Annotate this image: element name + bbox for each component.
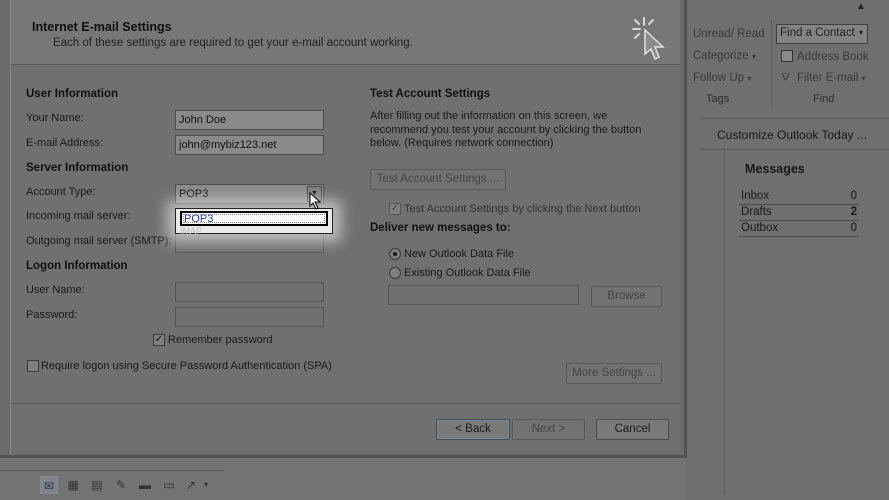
chevron-down-icon: ▾ [747, 74, 752, 83]
dropdown-option-pop3[interactable]: POP3 [180, 211, 328, 226]
message-folder-outbox[interactable]: Outbox 0 [741, 222, 859, 234]
back-button[interactable]: < Back [436, 419, 510, 440]
cancel-button[interactable]: Cancel [596, 419, 669, 440]
your-name-input[interactable]: John Doe [175, 110, 324, 130]
ribbon-separator [771, 20, 772, 106]
password-input[interactable] [175, 307, 324, 327]
divider [739, 204, 859, 205]
logon-information-heading: Logon Information [26, 260, 128, 272]
cursor-burst-icon [632, 17, 665, 61]
email-address-input[interactable]: john@mybiz123.net [175, 135, 324, 155]
account-type-dropdown-list: POP3 IMAP [175, 208, 333, 236]
find-contact-input[interactable]: Find a Contact ▾ [776, 24, 868, 44]
categorize-button[interactable]: Categorize ▾ [693, 50, 756, 62]
shortcuts-icon[interactable]: ↗ [182, 476, 200, 494]
user-name-label: User Name: [26, 284, 85, 296]
your-name-label: Your Name: [26, 112, 84, 124]
filter-email-button[interactable]: ⛛ Filter E-mail ▾ [781, 72, 866, 84]
test-account-settings-button[interactable]: Test Account Settings ... [370, 169, 506, 190]
message-folder-inbox[interactable]: Inbox 0 [741, 190, 859, 202]
account-type-select[interactable]: POP3 ▼ [175, 184, 324, 204]
test-on-next-checkbox[interactable]: ✓ [389, 203, 401, 215]
configure-buttons-icon[interactable]: ▾ [200, 476, 212, 494]
existing-data-file-radio[interactable] [389, 267, 401, 279]
server-information-heading: Server Information [26, 162, 129, 174]
chevron-down-icon: ▾ [858, 28, 863, 37]
tasks-icon[interactable]: ✎ [112, 476, 130, 494]
follow-up-button[interactable]: Follow Up ▾ [693, 72, 751, 84]
messages-title: Messages [745, 162, 805, 176]
next-button[interactable]: Next > [512, 419, 585, 440]
new-data-file-radio[interactable] [389, 248, 401, 260]
new-data-file-label: New Outlook Data File [404, 248, 515, 260]
password-label: Password: [26, 309, 78, 321]
more-settings-button[interactable]: More Settings ... [566, 363, 662, 384]
notes-icon[interactable]: ▬ [136, 476, 154, 494]
test-on-next-label: Test Account Settings by clicking the Ne… [404, 203, 641, 215]
chevron-down-icon: ▾ [861, 74, 866, 83]
spa-label: Require logon using Secure Password Auth… [41, 360, 332, 372]
outgoing-server-label: Outgoing mail server (SMTP): [26, 235, 172, 247]
divider [739, 220, 859, 221]
address-book-button[interactable]: Address Book [781, 50, 869, 63]
remember-password-checkbox[interactable]: ✓ [153, 334, 165, 346]
messages-panel: Messages Inbox 0 Drafts 2 Outbox 0 [724, 150, 889, 495]
message-folder-drafts[interactable]: Drafts 2 [741, 206, 859, 218]
deliver-messages-heading: Deliver new messages to: [370, 222, 511, 234]
internet-email-settings-dialog: Internet E-mail Settings Each of these s… [0, 0, 687, 458]
dialog-title: Internet E-mail Settings [32, 20, 172, 34]
incoming-server-label: Incoming mail server: [26, 210, 131, 222]
calendar-icon[interactable]: ▦ [64, 476, 82, 494]
test-account-heading: Test Account Settings [370, 88, 491, 100]
spa-checkbox[interactable] [27, 360, 39, 372]
mail-icon[interactable]: ✉ [40, 476, 58, 494]
browse-button[interactable]: Browse [591, 286, 662, 307]
account-type-label: Account Type: [26, 186, 96, 198]
chevron-down-icon: ▾ [751, 52, 756, 61]
test-account-description: After filling out the information on thi… [370, 110, 642, 149]
existing-data-file-input[interactable] [388, 285, 579, 305]
address-book-icon [781, 50, 793, 62]
unread-read-button[interactable]: Unread/ Read [693, 28, 765, 40]
user-name-input[interactable] [175, 282, 324, 302]
dropdown-option-imap[interactable]: IMAP [180, 226, 202, 236]
outgoing-server-input[interactable] [175, 233, 324, 253]
contacts-icon[interactable]: ▤ [88, 476, 106, 494]
existing-data-file-label: Existing Outlook Data File [404, 267, 531, 279]
filter-icon: ⛛ [781, 72, 791, 84]
customize-outlook-today-link[interactable]: Customize Outlook Today ... [717, 128, 867, 142]
ribbon-collapse-icon[interactable]: ▲ [854, 0, 868, 14]
outlook-today-bar: Customize Outlook Today ... [700, 118, 889, 150]
folder-list-icon[interactable]: ▭ [160, 476, 178, 494]
email-address-label: E-mail Address: [26, 137, 104, 149]
mouse-cursor-icon [309, 192, 322, 210]
dialog-subtitle: Each of these settings are required to g… [53, 37, 413, 49]
user-information-heading: User Information [26, 88, 119, 100]
dialog-header: Internet E-mail Settings Each of these s… [10, 0, 680, 64]
group-label-find: Find [813, 93, 835, 105]
divider [739, 236, 859, 237]
remember-password-label: Remember password [168, 334, 273, 346]
group-label-tags: Tags [706, 93, 730, 105]
